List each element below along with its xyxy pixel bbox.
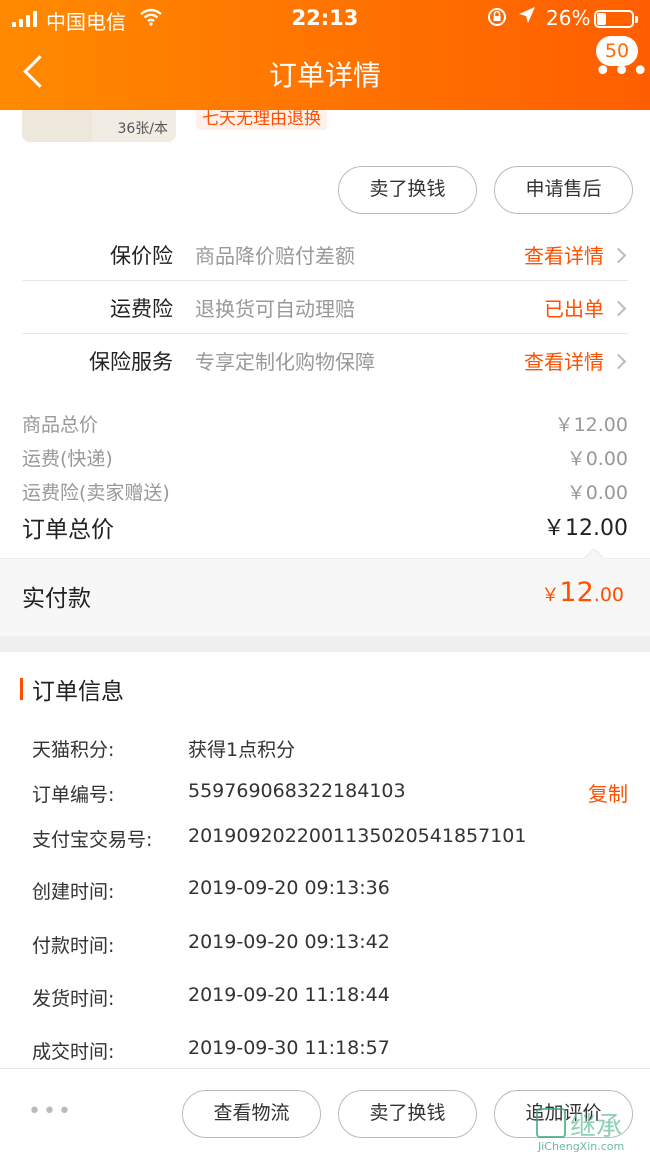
sell-button[interactable]: 卖了换钱 <box>338 166 477 214</box>
location-icon <box>518 6 536 29</box>
insurance-row-shipping[interactable]: 运费险 退换货可自动理赔 已出单 <box>22 281 628 334</box>
amount-paid-value: ￥12.00 <box>541 577 624 608</box>
insurance-link[interactable]: 查看详情 <box>524 240 604 269</box>
info-label: 订单编号: <box>32 784 115 806</box>
info-value: 2019-09-20 11:18:44 <box>188 984 390 1006</box>
return-policy-tag: 七天无理由退换 <box>196 108 327 130</box>
info-label: 支付宝交易号: <box>32 829 153 851</box>
status-bar: 中国电信 22:13 26% <box>0 0 650 38</box>
goods-total-label: 商品总价 <box>22 414 99 436</box>
sell-button[interactable]: 卖了换钱 <box>338 1090 477 1138</box>
insurance-row-service[interactable]: 保险服务 专享定制化购物保障 查看详情 <box>22 334 628 387</box>
section-accent-bar <box>20 678 23 700</box>
shipping-insurance-value: ￥0.00 <box>566 482 628 504</box>
shipping-value: ￥0.00 <box>566 448 628 470</box>
chevron-right-icon <box>610 353 627 370</box>
order-total-label: 订单总价 <box>22 517 114 543</box>
amount-paid-panel: 实付款 ￥12.00 <box>0 558 650 636</box>
battery-icon <box>594 10 638 28</box>
page-title: 订单详情 <box>268 59 381 92</box>
section-divider <box>0 636 650 652</box>
insurance-link[interactable]: 已出单 <box>544 293 604 322</box>
info-label: 创建时间: <box>32 881 115 903</box>
info-label: 成交时间: <box>32 1041 115 1063</box>
more-icon[interactable]: ••• <box>28 1099 73 1124</box>
order-number: 559769068322184103 <box>188 780 406 802</box>
more-icon[interactable]: ••• <box>594 57 650 87</box>
product-quantity-tag: 36张/本 <box>117 121 168 137</box>
insurance-link[interactable]: 查看详情 <box>524 346 604 375</box>
info-label: 发货时间: <box>32 988 115 1010</box>
insurance-name: 运费险 <box>110 297 173 321</box>
after-sale-button[interactable]: 申请售后 <box>494 166 633 214</box>
insurance-desc: 商品降价赔付差额 <box>195 244 355 268</box>
order-info-title: 订单信息 <box>32 679 124 705</box>
chevron-right-icon <box>610 247 627 264</box>
view-logistics-button[interactable]: 查看物流 <box>182 1090 321 1138</box>
insurance-name: 保险服务 <box>89 350 173 374</box>
order-total-value: ￥12.00 <box>543 516 628 541</box>
shipping-label: 运费(快递) <box>22 448 113 470</box>
info-value: 获得1点积分 <box>188 739 296 761</box>
header: 中国电信 22:13 26% 订单详情 50 ••• <box>0 0 650 110</box>
watermark-logo: 继承 JiChengXin.com <box>532 1106 650 1154</box>
chevron-right-icon <box>610 300 627 317</box>
rotation-lock-icon <box>487 7 507 32</box>
info-value: 2019-09-20 09:13:42 <box>188 931 390 953</box>
shipping-insurance-label: 运费险(卖家赠送) <box>22 482 170 504</box>
info-label: 天猫积分: <box>32 739 115 761</box>
insurance-name: 保价险 <box>110 244 173 268</box>
alipay-trade-number: 2019092022001135020541857101 <box>188 825 527 847</box>
battery-level <box>597 13 606 25</box>
insurance-row-price-protection[interactable]: 保价险 商品降价赔付差额 查看详情 <box>22 228 628 281</box>
insurance-desc: 专享定制化购物保障 <box>195 350 375 374</box>
goods-total-value: ￥12.00 <box>554 414 628 436</box>
info-label: 付款时间: <box>32 935 115 957</box>
info-value: 2019-09-30 11:18:57 <box>188 1037 390 1059</box>
copy-button[interactable]: 复制 <box>588 778 628 807</box>
info-value: 2019-09-20 09:13:36 <box>188 877 390 899</box>
insurance-desc: 退换货可自动理赔 <box>195 297 355 321</box>
battery-percent: 26% <box>546 6 591 30</box>
amount-paid-label: 实付款 <box>22 586 91 612</box>
